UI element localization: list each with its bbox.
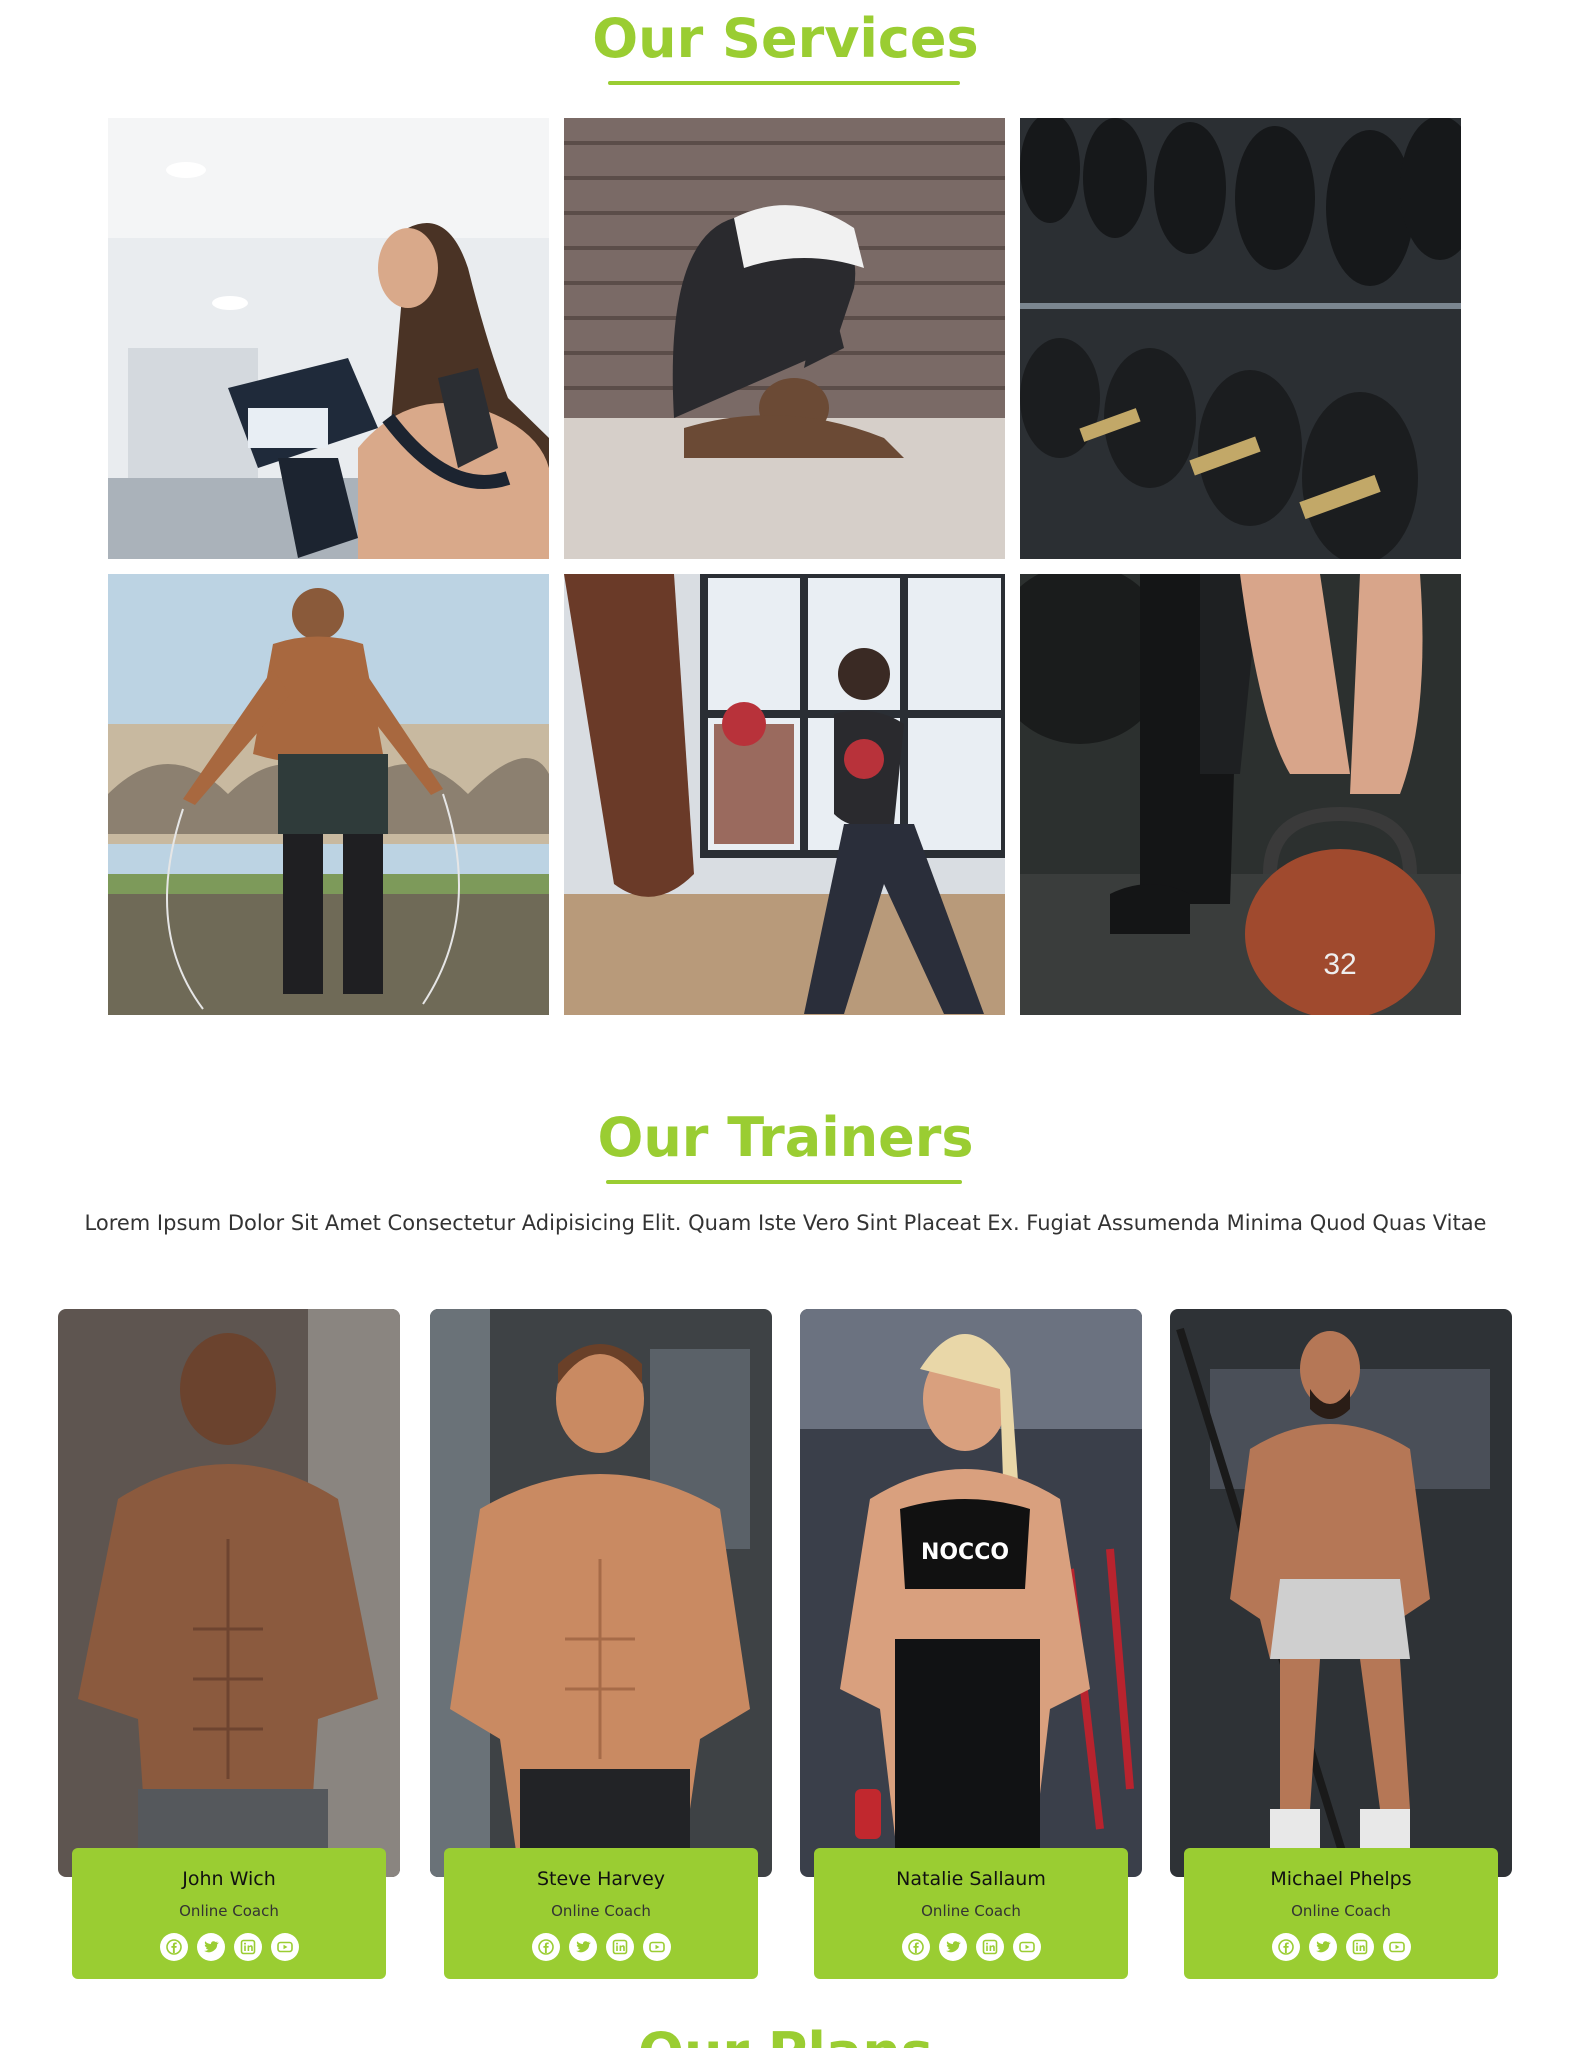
facebook-icon[interactable] [531, 1933, 560, 1961]
trainer-photo: NOCCO [800, 1309, 1142, 1877]
trainer-card: Steve Harvey Online Coach [430, 1309, 772, 1979]
trainer-name: John Wich [182, 1868, 276, 1890]
trainer-info-panel: Michael Phelps Online Coach [1184, 1848, 1498, 1979]
youtube-icon[interactable] [1012, 1933, 1041, 1961]
twitter-icon[interactable] [196, 1933, 225, 1961]
service-image-yoga[interactable] [564, 118, 1005, 559]
svg-text:32: 32 [1323, 948, 1356, 981]
trainer-role: Online Coach [179, 1902, 279, 1920]
facebook-icon[interactable] [1271, 1933, 1300, 1961]
yoga-photo [564, 118, 1005, 559]
youtube-icon[interactable] [1382, 1933, 1411, 1961]
service-image-treadmill[interactable] [108, 118, 549, 559]
service-image-dumbbells[interactable] [1020, 118, 1461, 559]
service-image-kettlebell[interactable]: 32 [1020, 574, 1461, 1015]
dumbbells-photo [1020, 118, 1461, 559]
trainer-photo [1170, 1309, 1512, 1877]
kettlebell-photo: 32 [1020, 574, 1461, 1015]
trainer-card: John Wich Online Coach [58, 1309, 400, 1979]
youtube-icon[interactable] [270, 1933, 299, 1961]
trainer-name: Natalie Sallaum [896, 1868, 1046, 1890]
trainer-role: Online Coach [921, 1902, 1021, 1920]
linkedin-icon[interactable] [1345, 1933, 1374, 1961]
trainer-info-panel: John Wich Online Coach [72, 1848, 386, 1979]
trainer-info-panel: Steve Harvey Online Coach [444, 1848, 758, 1979]
trainer-card: NOCCO Natalie Sallaum Online Coach [800, 1309, 1142, 1979]
twitter-icon[interactable] [1308, 1933, 1337, 1961]
trainer-socials [1184, 1933, 1498, 1961]
linkedin-icon[interactable] [605, 1933, 634, 1961]
twitter-icon[interactable] [938, 1933, 967, 1961]
trainers-title-underline [606, 1180, 962, 1184]
trainer-socials [814, 1933, 1128, 1961]
service-image-jump-rope[interactable] [108, 574, 549, 1015]
trainer-name: Steve Harvey [536, 1868, 666, 1890]
trainer-socials [444, 1933, 758, 1961]
treadmill-photo [108, 118, 549, 559]
facebook-icon[interactable] [901, 1933, 930, 1961]
trainer-photo [430, 1309, 772, 1877]
linkedin-icon[interactable] [233, 1933, 262, 1961]
boxing-photo [564, 574, 1005, 1015]
trainer-photo [58, 1309, 400, 1877]
trainer-name: Michael Phelps [1270, 1868, 1412, 1890]
plans-title: Our Plans [0, 2026, 1571, 2048]
twitter-icon[interactable] [568, 1933, 597, 1961]
trainer-role: Online Coach [1291, 1902, 1391, 1920]
svg-text:NOCCO: NOCCO [921, 1540, 1009, 1565]
trainer-card: Michael Phelps Online Coach [1170, 1309, 1512, 1979]
services-title: Our Services [592, 7, 979, 70]
service-image-boxing[interactable] [564, 574, 1005, 1015]
jump-rope-photo [108, 574, 549, 1015]
trainer-socials [72, 1933, 386, 1961]
linkedin-icon[interactable] [975, 1933, 1004, 1961]
trainer-role: Online Coach [551, 1902, 651, 1920]
trainers-intro-text: Lorem Ipsum Dolor Sit Amet Consectetur A… [84, 1211, 1487, 1235]
trainers-title: Our Trainers [597, 1106, 974, 1169]
youtube-icon[interactable] [642, 1933, 671, 1961]
services-title-underline [608, 81, 960, 85]
facebook-icon[interactable] [159, 1933, 188, 1961]
trainer-info-panel: Natalie Sallaum Online Coach [814, 1848, 1128, 1979]
